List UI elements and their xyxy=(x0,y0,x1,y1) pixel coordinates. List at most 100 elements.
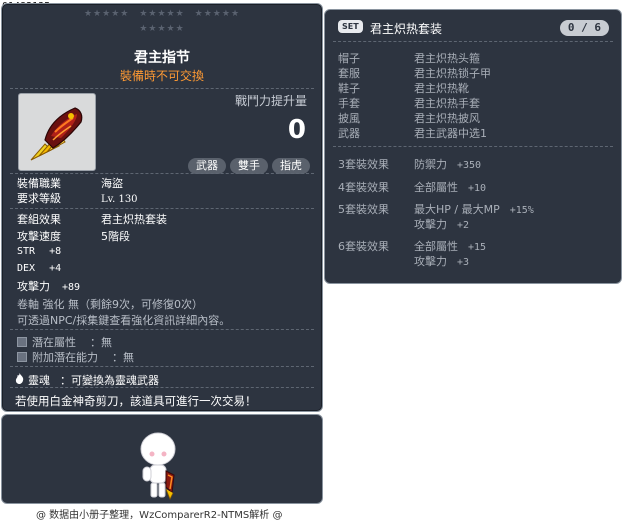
set-effect-label: 6套裝效果 xyxy=(338,240,389,253)
set-effect-stat: 最大HP / 最大MP xyxy=(414,203,500,216)
star-group: ★★★★★ xyxy=(83,9,130,19)
star-force-stars: ★★★★★ ★★★★★ ★★★★★ ★★★★★ xyxy=(2,9,322,35)
speed-row: 攻擊速度 5階段 xyxy=(17,228,130,244)
divider xyxy=(10,366,314,367)
dex-row: DEX +4 xyxy=(17,263,61,274)
power-gain-value: 0 xyxy=(287,115,306,145)
level-row: 要求等級 Lv. 130 xyxy=(17,190,138,206)
speed-value: 5階段 xyxy=(101,230,130,243)
atk-row: 攻擊力 +89 xyxy=(17,278,80,294)
set-effect-value: +2 xyxy=(457,220,470,231)
set-piece-name: 君主炽热手套 xyxy=(414,97,480,110)
job-value: 海盜 xyxy=(101,177,123,190)
set-piece-slot: 手套 xyxy=(338,97,360,110)
level-label: 要求等級 xyxy=(17,192,61,205)
set-effect-value: +350 xyxy=(457,160,482,171)
item-trade-restriction: 裝備時不可交換 xyxy=(119,69,204,83)
potential-label: 潛在屬性 xyxy=(32,336,76,349)
set-effect-line: 最大HP / 最大MP +15% xyxy=(414,201,534,217)
potential-row: 潛在屬性 ：無 xyxy=(17,334,112,350)
atk-value: +89 xyxy=(62,282,81,293)
set-piece: 披風 君主炽热披风 xyxy=(338,110,480,126)
str-label: STR xyxy=(17,246,36,257)
set-value: 君主炽热套装 xyxy=(101,213,167,226)
character-avatar xyxy=(140,432,176,500)
item-tags: 武器 雙手 指虎 xyxy=(188,158,310,174)
set-piece: 手套 君主炽热手套 xyxy=(338,95,480,111)
set-effect-stat: 防禦力 xyxy=(414,158,447,171)
set-piece-name: 君主武器中选1 xyxy=(414,127,487,140)
set-count: 0 / 6 xyxy=(559,20,609,36)
set-effect-line: 全部屬性 +15 xyxy=(414,238,486,254)
scroll-note: 卷軸 強化 無（剩餘9次，可修復0次） xyxy=(17,298,203,311)
set-effect-stat: 全部屬性 xyxy=(414,240,458,253)
set-piece-slot: 披風 xyxy=(338,112,360,125)
set-effect-value: +15 xyxy=(468,242,487,253)
divider xyxy=(10,88,314,89)
divider xyxy=(10,208,314,209)
set-badge: SET xyxy=(338,20,363,33)
divider xyxy=(10,329,314,330)
set-effect-label: 4套裝效果 xyxy=(338,181,389,194)
set-piece: 帽子 君主炽热头箍 xyxy=(338,50,480,66)
soul-row: 靈魂 ：可變換為靈魂武器 xyxy=(15,372,159,388)
set-effect-label: 5套裝效果 xyxy=(338,203,389,216)
bonus-potential-label: 附加潛在能力 xyxy=(32,351,98,364)
set-piece-slot: 鞋子 xyxy=(338,82,360,95)
item-tooltip: ★★★★★ ★★★★★ ★★★★★ ★★★★★ 君主指节 裝備時不可交換 戰鬥力提升… xyxy=(1,3,323,412)
tag-two-handed: 雙手 xyxy=(230,158,268,174)
set-piece: 武器 君主武器中选1 xyxy=(338,125,487,141)
set-piece-slot: 套服 xyxy=(338,67,360,80)
tag-knuckle: 指虎 xyxy=(272,158,310,174)
set-label: 套組效果 xyxy=(17,213,61,226)
star-group: ★★★★★ xyxy=(139,9,185,19)
dex-label: DEX xyxy=(17,263,36,274)
str-row: STR +8 xyxy=(17,246,61,257)
credit-footer: @ 数据由小册子整理，WzComparerR2-NTMS解析 @ xyxy=(36,510,283,521)
set-piece-name: 君主炽热靴 xyxy=(414,82,469,95)
str-value: +8 xyxy=(49,246,62,257)
dex-value: +4 xyxy=(49,263,62,274)
set-effect-label: 3套裝效果 xyxy=(338,158,389,171)
item-name: 君主指节 xyxy=(134,50,190,66)
set-effect-line: 攻擊力 +2 xyxy=(414,216,469,232)
set-effect-stat: 全部屬性 xyxy=(414,181,458,194)
bonus-potential-value: ：無 xyxy=(112,351,134,364)
job-row: 裝備職業 海盜 xyxy=(17,175,123,191)
set-piece-slot: 帽子 xyxy=(338,52,360,65)
character-preview xyxy=(1,414,323,504)
set-effect-line: 攻擊力 +3 xyxy=(414,253,469,269)
divider xyxy=(10,173,314,174)
set-piece-name: 君主炽热锁子甲 xyxy=(414,67,491,80)
star-group: ★★★★★ xyxy=(194,9,241,19)
atk-label: 攻擊力 xyxy=(17,280,50,293)
soul-value: ：可變換為靈魂武器 xyxy=(60,374,159,387)
enhance-note: 可透過NPC/採集鍵查看強化資訊詳細內容。 xyxy=(17,314,231,327)
set-effect-value: +10 xyxy=(468,183,487,194)
set-effect-value: +3 xyxy=(457,257,470,268)
divider xyxy=(333,41,613,42)
trade-note: 若使用白金神奇剪刀，該道具可進行一次交易！ xyxy=(15,394,257,408)
tag-weapon: 武器 xyxy=(188,158,226,174)
set-piece: 鞋子 君主炽热靴 xyxy=(338,80,469,96)
power-gain-label: 戰鬥力提升量 xyxy=(234,94,307,108)
set-piece-name: 君主炽热头箍 xyxy=(414,52,480,65)
set-piece-name: 君主炽热披风 xyxy=(414,112,480,125)
speed-label: 攻擊速度 xyxy=(17,230,61,243)
set-piece-slot: 武器 xyxy=(338,127,360,140)
potential-value: ：無 xyxy=(90,336,112,349)
knuckle-weapon-icon xyxy=(18,93,96,171)
set-piece: 套服 君主炽热锁子甲 xyxy=(338,65,491,81)
set-effect-line: 全部屬性 +10 xyxy=(414,179,486,195)
set-title: 君主炽热套装 xyxy=(370,22,443,36)
set-effect-stat: 攻擊力 xyxy=(414,218,447,231)
divider xyxy=(10,387,314,388)
job-label: 裝備職業 xyxy=(17,177,61,190)
set-effect-value: +15% xyxy=(509,205,534,216)
bonus-potential-row: 附加潛在能力 ：無 xyxy=(17,349,134,365)
bonus-potential-box-icon xyxy=(17,352,27,362)
set-effect-stat: 攻擊力 xyxy=(414,255,447,268)
set-tooltip: SET 君主炽热套装 0 / 6 帽子 君主炽热头箍 套服 君主炽热锁子甲 鞋子 君主… xyxy=(324,9,622,284)
level-value: Lv. 130 xyxy=(101,194,138,205)
soul-label: 靈魂 xyxy=(28,374,50,387)
